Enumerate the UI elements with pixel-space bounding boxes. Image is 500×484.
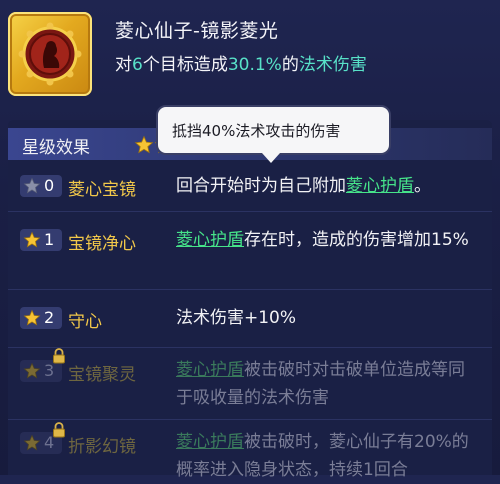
star-effect-row-3: 3 宝镜聚灵 菱心护盾被击破时对击破单位造成等同于吸收量的法术伤害: [8, 348, 492, 420]
star-level-number: 2: [44, 308, 55, 327]
star-effect-row-1: 1 宝镜净心 菱心护盾存在时，造成的伤害增加15%: [8, 212, 492, 290]
shield-keyword-link[interactable]: 菱心护盾: [176, 360, 244, 380]
effect-description: 菱心护盾被击破时对击破单位造成等同于吸收量的法术伤害: [176, 360, 465, 408]
star-effect-row-4: 4 折影幻镜 菱心护盾被击破时，菱心仙子有20%的概率进入隐身状态，持续1回合: [8, 420, 492, 480]
effect-description: 菱心护盾存在时，造成的伤害增加15%: [176, 230, 469, 250]
desc-text: 的: [281, 55, 299, 75]
target-count: 6: [132, 55, 143, 75]
tooltip-text: 抵挡40%法术攻击的伤害: [172, 122, 341, 140]
star-icon: [23, 434, 41, 451]
effect-name: 宝镜净心: [68, 234, 136, 254]
star-level-number: 0: [44, 176, 55, 195]
shield-tooltip: 抵挡40%法术攻击的伤害: [156, 105, 391, 155]
shield-keyword-link[interactable]: 菱心护盾: [346, 176, 414, 196]
desc-text: 个目标造成: [142, 55, 228, 75]
star-icon: [134, 135, 154, 153]
effect-description: 法术伤害+10%: [176, 308, 297, 328]
damage-type: 法术伤害: [298, 55, 367, 75]
effect-description: 菱心护盾被击破时，菱心仙子有20%的概率进入隐身状态，持续1回合: [176, 432, 469, 480]
star-effect-row-2: 2 守心 法术伤害+10%: [8, 290, 492, 348]
lock-icon: [53, 422, 65, 438]
desc-text: 对: [115, 55, 132, 75]
skill-description: 对6个目标造成30.1%的法术伤害: [115, 50, 367, 75]
skill-header: 菱心仙子-镜影菱光 对6个目标造成30.1%的法术伤害: [0, 0, 500, 120]
star-level-badge: 2: [20, 307, 62, 329]
effect-name: 守心: [68, 312, 102, 332]
star-empty-icon: [23, 177, 41, 194]
effect-description: 回合开始时为自己附加菱心护盾。: [176, 176, 431, 196]
shield-keyword-link[interactable]: 菱心护盾: [176, 432, 244, 452]
shield-keyword-link[interactable]: 菱心护盾: [176, 230, 244, 250]
crest-portrait-icon: [8, 12, 92, 96]
star-effects-title: 星级效果: [22, 138, 90, 158]
star-effect-row-0: 0 菱心宝镜 回合开始时为自己附加菱心护盾。: [8, 160, 492, 212]
skill-title: 菱心仙子-镜影菱光: [115, 20, 279, 42]
star-level-number: 1: [44, 230, 55, 249]
effect-name: 宝镜聚灵: [68, 365, 136, 385]
star-icon: [23, 309, 41, 326]
star-level-badge: 0: [20, 175, 62, 197]
star-icon: [23, 231, 41, 248]
effect-name: 折影幻镜: [68, 437, 136, 457]
damage-percent: 30.1%: [227, 55, 282, 75]
star-level-badge: 1: [20, 229, 62, 251]
effect-name: 菱心宝镜: [68, 180, 136, 200]
lock-icon: [53, 348, 65, 364]
star-icon: [23, 362, 41, 379]
